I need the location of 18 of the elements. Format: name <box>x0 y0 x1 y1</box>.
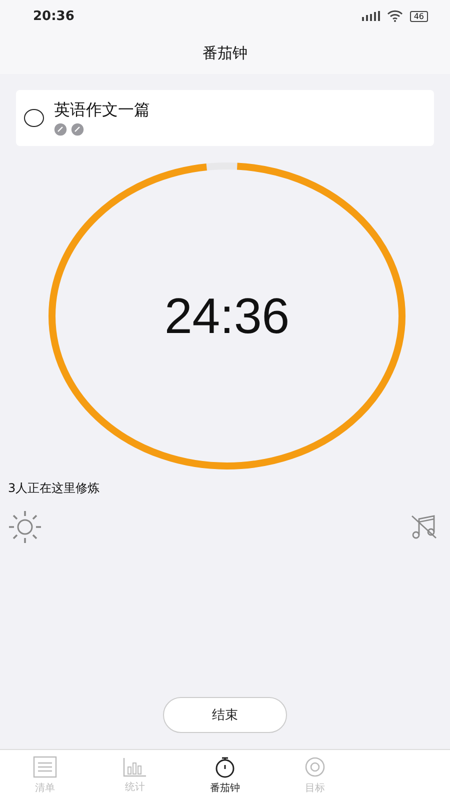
end-button[interactable]: 结束 <box>163 697 287 733</box>
stopwatch-icon <box>214 756 236 778</box>
page-title: 番茄钟 <box>202 44 248 62</box>
timer-readout: 24:36 <box>164 287 290 345</box>
presence-text: 3人正在这里修炼 <box>8 480 100 497</box>
music-off-icon[interactable] <box>410 513 438 541</box>
task-checkbox[interactable] <box>24 109 44 127</box>
target-icon <box>304 756 326 778</box>
signal-icon <box>362 11 380 21</box>
brightness-icon[interactable] <box>7 509 43 545</box>
wifi-icon <box>386 10 403 22</box>
list-icon <box>33 756 57 778</box>
task-card[interactable]: 英语作文一篇 <box>16 90 434 146</box>
bar-chart-icon <box>123 756 147 776</box>
clock-time: 20:36 <box>33 8 74 24</box>
battery-indicator: 46 <box>410 10 428 22</box>
task-title: 英语作文一篇 <box>54 100 150 121</box>
tab[interactable]: 番茄钟 <box>180 750 270 800</box>
